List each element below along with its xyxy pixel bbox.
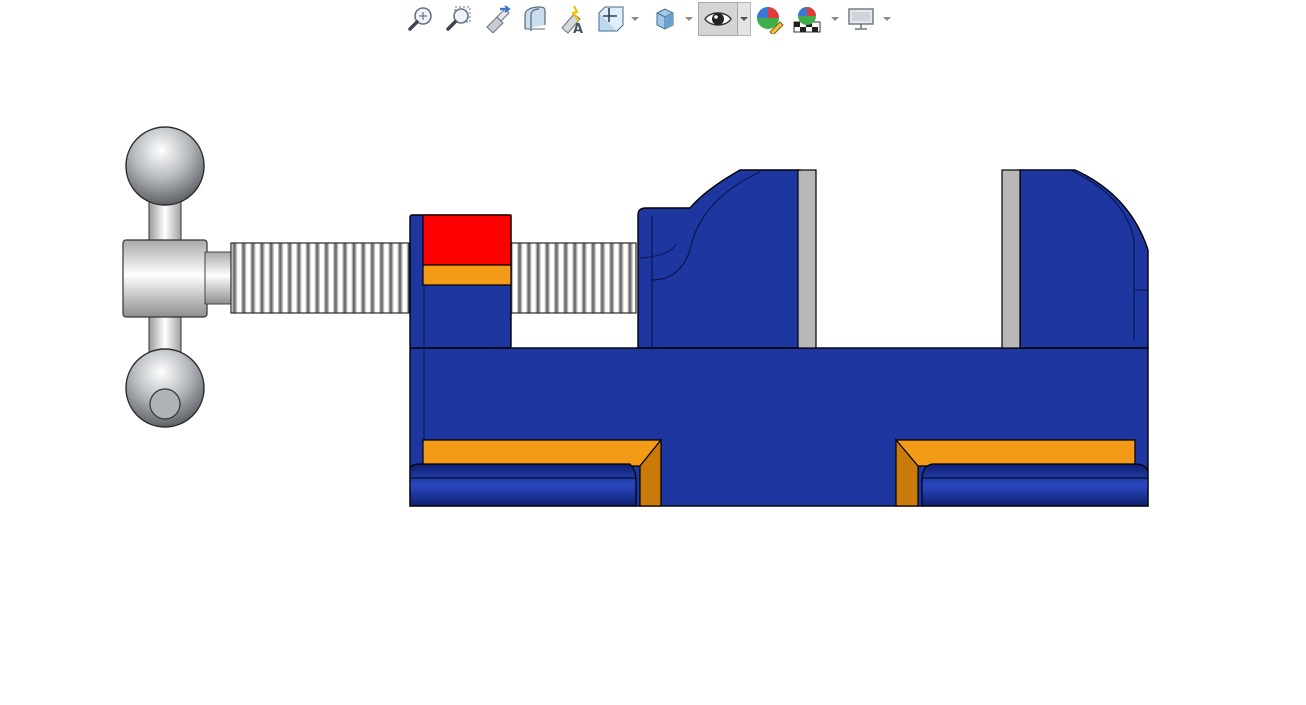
zoom-to-fit-icon [408,7,432,31]
edit-appearance-icon [757,7,784,34]
chevron-down-icon [685,17,693,21]
view-settings-icon [848,8,874,30]
display-style-button[interactable] [648,2,682,36]
hide-show-items-button[interactable] [698,2,738,36]
svg-text:A: A [573,22,583,34]
display-style-dropdown[interactable] [684,2,694,36]
hide-show-items-icon [704,12,732,26]
graphics-area[interactable] [0,44,1306,705]
previous-view-icon [486,5,511,33]
hide-show-items-dropdown[interactable] [738,2,751,36]
heads-up-view-toolbar: A [400,0,900,40]
chevron-down-icon [740,17,748,21]
section-view-icon [524,6,546,31]
chevron-down-icon [631,17,639,21]
dynamic-annotation-button[interactable]: A [556,2,590,36]
previous-view-button[interactable] [480,2,514,36]
dynamic-annotation-views-icon: A [561,5,583,34]
tommy-bar-handle [122,126,234,428]
view-settings-dropdown[interactable] [882,2,892,36]
vise-model-section-view [122,126,1149,507]
zoom-to-area-icon [446,6,471,31]
chevron-down-icon [831,17,839,21]
section-view-button[interactable] [518,2,552,36]
apply-scene-dropdown[interactable] [830,2,840,36]
display-style-icon [656,8,674,30]
view-orientation-button[interactable] [594,2,628,36]
view-orientation-dropdown[interactable] [630,2,640,36]
apply-scene-button[interactable] [790,2,824,36]
zoom-to-fit-button[interactable] [404,2,438,36]
edit-appearance-button[interactable] [752,2,786,36]
apply-scene-icon [793,7,821,33]
view-orientation-icon [598,6,624,32]
view-settings-button[interactable] [844,2,878,36]
zoom-to-area-button[interactable] [442,2,476,36]
chevron-down-icon [883,17,891,21]
vise-body [409,169,1149,507]
